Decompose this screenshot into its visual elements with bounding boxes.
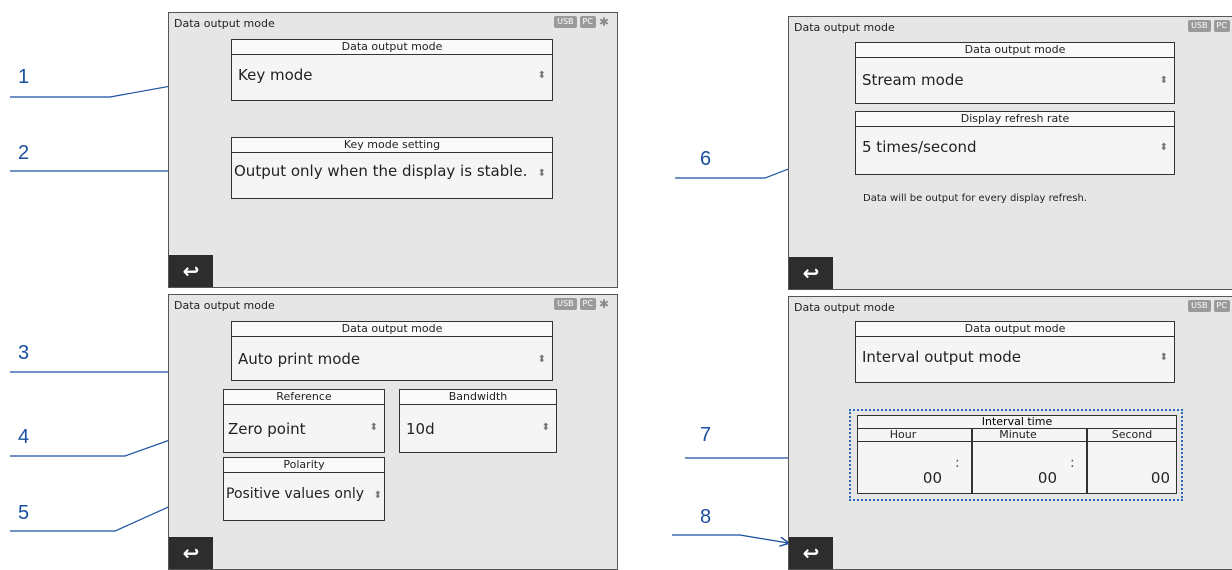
usb-icon: USB: [554, 16, 577, 28]
hour-value: 00: [922, 469, 942, 487]
field-value: Positive values only: [226, 486, 365, 502]
pc-icon: PC: [1213, 300, 1230, 312]
back-button[interactable]: ↩: [789, 537, 833, 569]
minute-header: Minute: [973, 429, 1063, 442]
pc-icon: PC: [1213, 20, 1230, 32]
screen-title: Data output mode: [174, 299, 275, 312]
status-bar: USB PC ✱: [554, 16, 609, 28]
polarity-select[interactable]: Polarity Positive values only ⬍: [223, 457, 385, 521]
interval-time-header: Interval time: [857, 415, 1177, 428]
field-header: Bandwidth: [400, 390, 556, 405]
screen-title: Data output mode: [174, 17, 275, 30]
spinner-icon: ⬍: [1159, 352, 1168, 363]
field-header: Reference: [224, 390, 384, 405]
spinner-icon: ⬍: [541, 422, 550, 433]
status-bar: USB PC ✱: [1188, 300, 1232, 312]
callout-5: 5: [18, 502, 30, 524]
reference-select[interactable]: Reference Zero point ⬍: [223, 389, 385, 453]
callout-3: 3: [18, 342, 30, 364]
data-output-mode-select[interactable]: Data output mode Stream mode ⬍: [855, 42, 1175, 104]
spinner-icon: ⬍: [373, 490, 382, 501]
field-value: 5 times/second: [862, 138, 977, 156]
usb-icon: USB: [1188, 20, 1211, 32]
field-value: Key mode: [238, 66, 313, 84]
second-header: Second: [1088, 429, 1176, 442]
field-value: 10d: [406, 420, 435, 438]
bluetooth-icon: ✱: [598, 297, 609, 311]
pc-icon: PC: [579, 298, 596, 310]
field-header: Key mode setting: [232, 138, 552, 153]
usb-icon: USB: [554, 298, 577, 310]
bluetooth-icon: ✱: [598, 15, 609, 29]
back-button[interactable]: ↩: [169, 255, 213, 287]
display-refresh-rate-select[interactable]: Display refresh rate 5 times/second ⬍: [855, 111, 1175, 175]
screen-auto-print-mode: Data output mode USB PC ✱ Data output mo…: [168, 294, 618, 570]
usb-icon: USB: [1188, 300, 1211, 312]
interval-time-group: Interval time Hour 00 : Minute 00 : Seco…: [849, 409, 1183, 501]
pc-icon: PC: [579, 16, 596, 28]
spinner-icon: ⬍: [1159, 142, 1168, 153]
field-header: Data output mode: [856, 43, 1174, 58]
field-header: Display refresh rate: [856, 112, 1174, 127]
callout-7: 7: [700, 424, 712, 446]
field-header: Data output mode: [856, 322, 1174, 337]
spinner-icon: ⬍: [537, 354, 546, 365]
hour-field[interactable]: Hour 00: [857, 428, 949, 494]
leader-8: [672, 534, 788, 543]
spinner-icon: ⬍: [1159, 75, 1168, 86]
field-header: Data output mode: [232, 322, 552, 337]
data-output-mode-select[interactable]: Data output mode Interval output mode ⬍: [855, 321, 1175, 383]
minute-field[interactable]: Minute 00: [972, 428, 1064, 494]
spinner-icon: ⬍: [537, 168, 546, 179]
field-value: Interval output mode: [862, 348, 1021, 366]
hour-header: Hour: [858, 429, 948, 442]
back-button[interactable]: ↩: [789, 257, 833, 289]
second-field[interactable]: Second 00: [1087, 428, 1177, 494]
colon-text: :: [1070, 455, 1075, 471]
back-button[interactable]: ↩: [169, 537, 213, 569]
field-header: Data output mode: [232, 40, 552, 55]
second-value: 00: [1150, 469, 1170, 487]
callout-2: 2: [18, 142, 30, 164]
hint-text: Data will be output for every display re…: [863, 193, 1087, 204]
callout-1: 1: [18, 66, 30, 88]
colon-separator: :: [947, 428, 972, 494]
screen-title: Data output mode: [794, 301, 895, 314]
screen-stream-mode: Data output mode USB PC ✱ Data output mo…: [788, 16, 1232, 290]
field-value: Output only when the display is stable.: [234, 162, 528, 180]
bandwidth-select[interactable]: Bandwidth 10d ⬍: [399, 389, 557, 453]
field-value: Zero point: [228, 420, 306, 438]
field-header: Polarity: [224, 458, 384, 473]
field-value: Stream mode: [862, 71, 964, 89]
key-mode-setting-select[interactable]: Key mode setting Output only when the di…: [231, 137, 553, 199]
data-output-mode-select[interactable]: Data output mode Auto print mode ⬍: [231, 321, 553, 381]
status-bar: USB PC ✱: [1188, 20, 1232, 32]
spinner-icon: ⬍: [537, 70, 546, 81]
spinner-icon: ⬍: [369, 422, 378, 433]
status-bar: USB PC ✱: [554, 298, 609, 310]
screen-interval-output-mode: Data output mode USB PC ✱ Data output mo…: [788, 296, 1232, 570]
screen-key-mode: Data output mode USB PC ✱ Data output mo…: [168, 12, 618, 288]
screen-title: Data output mode: [794, 21, 895, 34]
colon-text: :: [955, 455, 960, 471]
callout-6: 6: [700, 148, 712, 170]
data-output-mode-select[interactable]: Data output mode Key mode ⬍: [231, 39, 553, 101]
minute-value: 00: [1037, 469, 1057, 487]
field-value: Auto print mode: [238, 350, 361, 368]
callout-4: 4: [18, 426, 30, 448]
colon-separator: :: [1062, 428, 1087, 494]
callout-8: 8: [700, 506, 712, 528]
